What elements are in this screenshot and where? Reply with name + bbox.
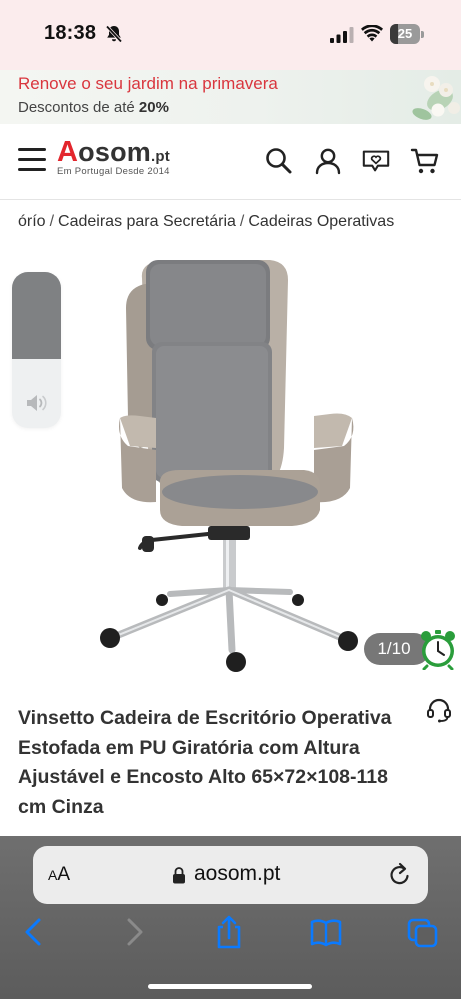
customer-support-icon[interactable] — [426, 697, 452, 723]
site-header: Aosom.pt Em Portugal Desde 2014 — [0, 124, 461, 200]
product-image-office-chair[interactable] — [70, 248, 400, 678]
wifi-icon — [361, 25, 383, 42]
share-icon[interactable] — [212, 914, 246, 950]
promo-subtitle: Descontos de até 20% — [18, 99, 169, 116]
promo-title: Renove o seu jardim na primavera — [18, 74, 278, 93]
cart-icon[interactable] — [410, 146, 440, 176]
lock-icon — [173, 867, 185, 884]
volume-indicator — [12, 272, 61, 428]
bell-muted-icon — [105, 25, 123, 43]
url-text[interactable]: aosom.pt — [194, 862, 280, 886]
aosom-logo[interactable]: Aosom.pt Em Portugal Desde 2014 — [57, 136, 170, 177]
promo-banner[interactable]: Renove o seu jardim na primavera Descont… — [0, 70, 461, 124]
battery-icon: 25 — [390, 24, 424, 44]
breadcrumb-item-cadeiras[interactable]: órío — [18, 213, 46, 230]
home-indicator — [148, 984, 312, 989]
speaker-icon — [27, 395, 47, 411]
back-icon[interactable] — [17, 914, 51, 950]
menu-icon[interactable] — [18, 148, 46, 172]
tabs-icon[interactable] — [406, 914, 440, 950]
search-icon[interactable] — [264, 146, 294, 176]
reload-icon[interactable] — [388, 862, 412, 888]
status-time: 18:38 — [44, 22, 97, 44]
battery-level: 25 — [397, 26, 413, 41]
status-bar: 18:38 25 — [0, 0, 461, 70]
cellular-signal-icon — [330, 27, 354, 43]
flower-illustration — [412, 76, 460, 120]
product-title: Vinsetto Cadeira de Escritório Operativa… — [18, 707, 392, 818]
alarm-clock-icon[interactable] — [418, 628, 458, 670]
reader-aa-button[interactable]: AA — [48, 864, 70, 886]
breadcrumb-item-operativas[interactable]: Cadeiras Operativas — [248, 213, 394, 230]
logo-tagline: Em Portugal Desde 2014 — [57, 166, 170, 177]
bookmarks-icon[interactable] — [309, 914, 343, 950]
forward-icon[interactable] — [117, 914, 151, 950]
promo-discount: 20% — [138, 99, 169, 116]
breadcrumb: órío / Cadeiras para Secretária / Cadeiras O… — [18, 213, 395, 230]
breadcrumb-item-secretaria[interactable]: Cadeiras para Secretária — [58, 213, 236, 230]
wishlist-icon[interactable] — [361, 146, 391, 176]
account-icon[interactable] — [313, 146, 343, 176]
